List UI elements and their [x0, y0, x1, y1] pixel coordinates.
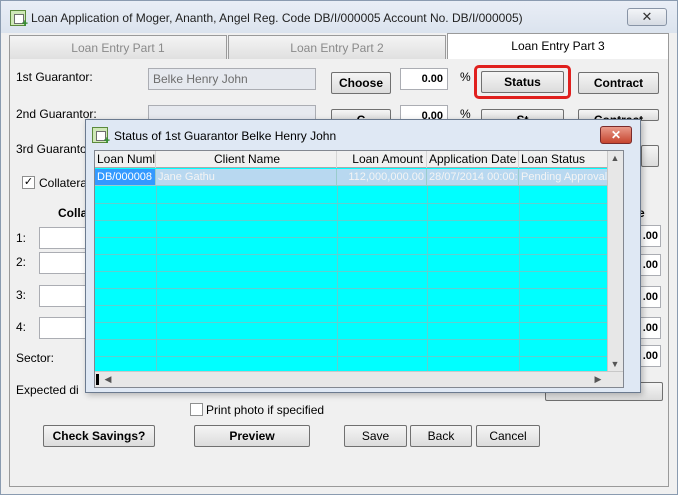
guarantor-status-dialog: Status of 1st Guarantor Belke Henry John… — [85, 119, 641, 393]
col-loan-number[interactable]: Loan Numl — [95, 151, 156, 168]
collateral-row-4-label: 4: — [16, 320, 27, 334]
collateral-row-1-label: 1: — [16, 231, 27, 245]
col-loan-status[interactable]: Loan Status — [519, 151, 608, 168]
tab-loan-entry-part-3[interactable]: Loan Entry Part 3 — [447, 33, 669, 60]
percent-sign: % — [460, 70, 471, 84]
first-guarantor-percent-field[interactable]: 0.00 — [400, 68, 448, 90]
first-guarantor-label: 1st Guarantor: — [16, 70, 93, 84]
tab-strip: Loan Entry Part 1 Loan Entry Part 2 Loan… — [9, 33, 669, 60]
window-close-button[interactable]: ✕ — [627, 8, 667, 26]
collateral-row-1-field[interactable] — [39, 227, 89, 249]
title-bar: Loan Application of Moger, Ananth, Angel… — [1, 1, 677, 33]
empty-grid-lines — [95, 186, 608, 373]
first-guarantor-status-button[interactable]: Status — [481, 71, 564, 93]
col-loan-amount[interactable]: Loan Amount — [337, 151, 427, 168]
collateral-row-3-field[interactable] — [39, 285, 89, 307]
collateral-row-2-field[interactable] — [39, 252, 89, 274]
collateral-heading: Colla — [58, 206, 88, 220]
vertical-scrollbar[interactable]: ▲ ▼ — [607, 151, 623, 371]
collateral-row-3-label: 3: — [16, 288, 27, 302]
first-guarantor-contract-button[interactable]: Contract — [578, 72, 659, 94]
save-button[interactable]: Save — [344, 425, 407, 447]
dialog-close-button[interactable]: ✕ — [600, 126, 632, 144]
third-guarantor-contract-button-edge[interactable] — [641, 145, 659, 167]
collateral-row-4-field[interactable] — [39, 317, 89, 339]
window-title: Loan Application of Moger, Ananth, Angel… — [31, 11, 523, 25]
third-guarantor-label: 3rd Guaranto — [16, 142, 87, 156]
scroll-left-icon[interactable]: ◀ — [101, 374, 115, 385]
col-client-name[interactable]: Client Name — [156, 151, 337, 168]
scroll-down-icon[interactable]: ▼ — [608, 359, 622, 369]
sector-label: Sector: — [16, 351, 55, 365]
scroll-right-icon[interactable]: ▶ — [591, 374, 605, 385]
expected-date-label: Expected di — [16, 383, 79, 397]
collateral-row-2-label: 2: — [16, 255, 27, 269]
dialog-title: Status of 1st Guarantor Belke Henry John — [114, 129, 337, 143]
grid-row-marker — [96, 374, 99, 385]
preview-button[interactable]: Preview — [194, 425, 310, 447]
print-photo-label: Print photo if specified — [206, 403, 325, 417]
loan-application-window: Loan Application of Moger, Ananth, Angel… — [0, 0, 678, 495]
collateral-checkbox[interactable]: ✓ — [22, 176, 35, 189]
check-savings-button[interactable]: Check Savings? — [43, 425, 155, 447]
tab-loan-entry-part-2[interactable]: Loan Entry Part 2 — [228, 35, 446, 59]
loan-status-grid: Loan Numl Client Name Loan Amount Applic… — [94, 150, 624, 388]
dialog-app-icon — [92, 127, 110, 147]
print-photo-checkbox[interactable] — [190, 403, 203, 416]
scroll-up-icon[interactable]: ▲ — [608, 153, 622, 163]
col-application-date[interactable]: Application Date — [427, 151, 519, 168]
grid-header: Loan Numl Client Name Loan Amount Applic… — [95, 151, 608, 168]
choose-first-guarantor-button[interactable]: Choose — [331, 72, 391, 94]
tab-loan-entry-part-1[interactable]: Loan Entry Part 1 — [9, 35, 227, 59]
app-icon — [10, 10, 28, 30]
collateral-checkbox-label: Collatera — [39, 176, 88, 190]
back-button[interactable]: Back — [410, 425, 472, 447]
horizontal-scrollbar[interactable]: ◀ ▶ — [95, 371, 623, 387]
cancel-button[interactable]: Cancel — [476, 425, 540, 447]
first-guarantor-field[interactable]: Belke Henry John — [148, 68, 316, 90]
